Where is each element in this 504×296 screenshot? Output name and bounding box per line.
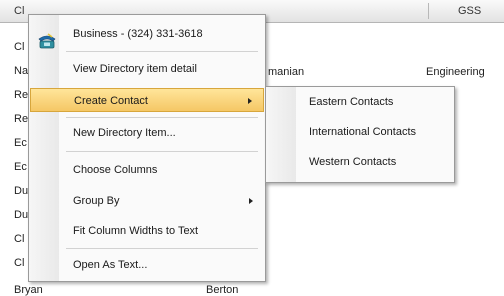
context-menu: Business - (324) 331-3618 View Directory… [28,14,266,282]
column-header-first[interactable]: Cl [14,5,24,17]
menu-separator [66,51,258,52]
table-cell-department[interactable]: manian [268,66,304,78]
menu-separator [66,248,258,249]
chevron-right-icon [248,98,252,104]
table-cell-gss[interactable]: Engineering [426,66,485,78]
submenu-item-international-contacts[interactable]: International Contacts [309,126,416,138]
menu-item-view-directory-detail[interactable]: View Directory item detail [30,57,264,81]
row-stub[interactable]: Du [14,209,28,221]
menu-item-new-directory-item[interactable]: New Directory Item... [30,121,264,145]
menu-item-group-by[interactable]: Group By [30,189,264,213]
menu-item-fit-column-widths[interactable]: Fit Column Widths to Text [30,219,264,243]
phone-icon [38,33,56,49]
menu-icon-gutter [266,87,296,182]
menu-item-create-contact[interactable]: Create Contact [30,88,264,112]
row-stub[interactable]: Re [14,113,28,125]
menu-item-label: Open As Text... [73,259,148,271]
create-contact-submenu: Eastern Contacts International Contacts … [265,86,455,183]
row-stub[interactable]: Cl [14,233,24,245]
menu-item-label: Group By [73,195,120,207]
menu-item-label: New Directory Item... [73,127,176,139]
submenu-item-western-contacts[interactable]: Western Contacts [309,156,396,168]
menu-item-label: Create Contact [74,95,148,107]
row-stub[interactable]: Re [14,89,28,101]
menu-item-label: Fit Column Widths to Text [73,225,199,237]
table-cell-last-name[interactable]: Berton [206,284,238,296]
row-stub[interactable]: Cl [14,257,24,269]
row-stub[interactable]: Na [14,65,28,77]
menu-item-open-as-text[interactable]: Open As Text... [30,253,264,277]
table-cell-first-name[interactable]: Bryan [14,284,43,296]
row-stub[interactable]: Cl [14,41,24,53]
column-header-gss[interactable]: GSS [458,5,481,17]
row-stub[interactable]: Du [14,185,28,197]
menu-separator [66,117,258,118]
submenu-item-eastern-contacts[interactable]: Eastern Contacts [309,96,393,108]
menu-item-label: Choose Columns [73,164,158,176]
menu-separator [66,151,258,152]
menu-item-choose-columns[interactable]: Choose Columns [30,158,264,182]
menu-item-label: View Directory item detail [73,63,197,75]
menu-item-call-business[interactable]: Business - (324) 331-3618 [30,22,264,49]
column-divider[interactable] [428,3,429,19]
row-stub[interactable]: Ec [14,137,27,149]
chevron-right-icon [249,198,253,204]
row-stub[interactable]: Ec [14,161,27,173]
menu-item-label: Business - (324) 331-3618 [73,28,203,40]
